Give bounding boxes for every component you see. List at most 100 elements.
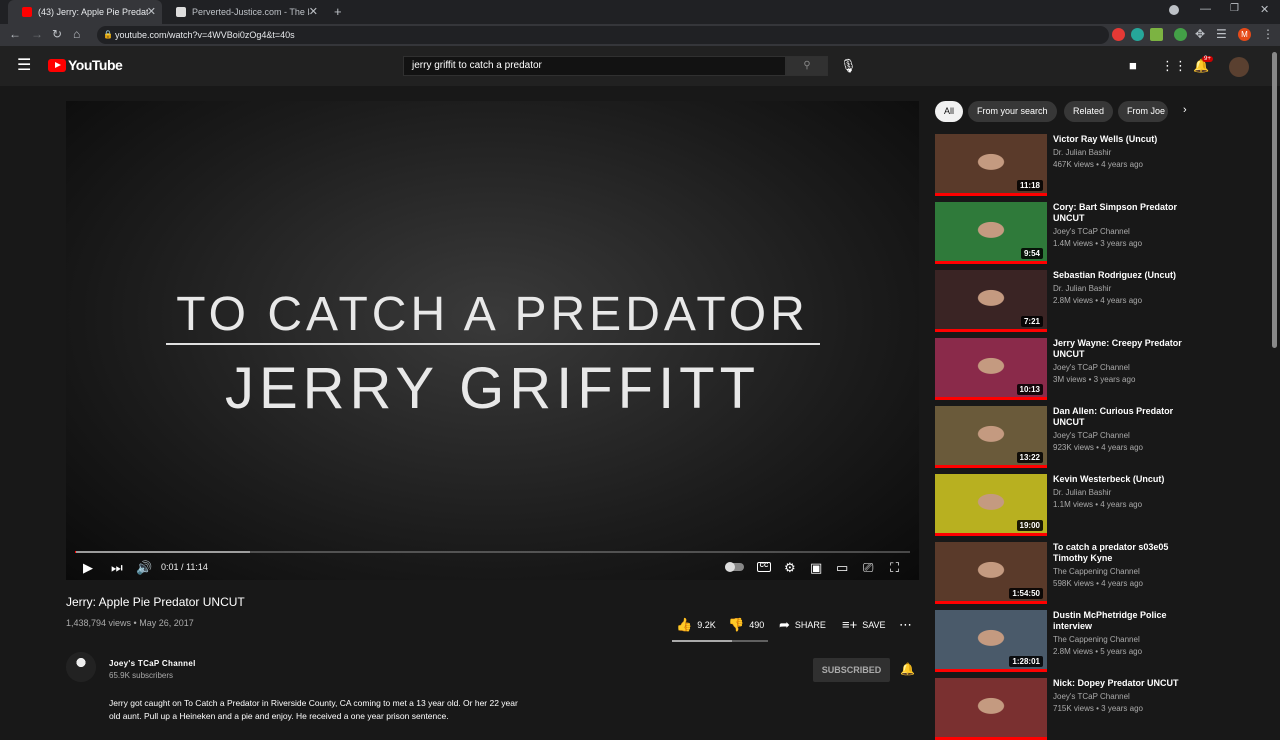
dislike-count: 490 [749,620,765,630]
video-thumbnail[interactable] [935,678,1047,740]
close-tab-icon[interactable]: ✕ [309,5,318,18]
extension-icon[interactable] [1112,28,1125,41]
recommended-video[interactable]: 1:54:50 To catch a predator s03e05 Timoth… [935,542,1185,604]
maximize-icon[interactable]: ❐ [1230,3,1239,14]
recommended-channel-name[interactable]: Joey's TCaP Channel [1053,227,1130,236]
youtube-logo-text[interactable]: YouTube [68,57,123,73]
recommended-video-meta: 2.8M views • 4 years ago [1053,296,1143,305]
cast-icon[interactable]: ⎚ [863,560,873,576]
browser-tab-perverted-justice[interactable]: Perverted-Justice.com - The larg ✕ [162,0,324,24]
extensions-puzzle-icon[interactable]: ✥ [1195,27,1205,41]
subscribe-button[interactable]: SUBSCRIBED [813,658,890,682]
recommended-video-title[interactable]: Sebastian Rodriguez (Uncut) [1053,270,1183,281]
profile-menu-icon[interactable] [1169,5,1179,15]
recommended-channel-name[interactable]: Joey's TCaP Channel [1053,692,1130,701]
channel-name[interactable]: Joey's TCaP Channel [109,659,196,668]
close-window-icon[interactable]: ✕ [1260,3,1269,16]
recommended-video[interactable]: Nick: Dopey Predator UNCUT Joey's TCaP Ch… [935,678,1185,740]
recommended-video[interactable]: 7:21 Sebastian Rodriguez (Uncut) Dr. Julia… [935,270,1185,332]
page-scrollbar[interactable] [1272,52,1277,348]
like-button[interactable]: 👍 9.2K [676,617,716,633]
hamburger-menu-icon[interactable]: ☰ [17,55,31,75]
video-thumbnail[interactable]: 19:00 [935,474,1047,536]
minimize-icon[interactable]: — [1200,3,1211,15]
forward-icon[interactable]: → [31,27,43,41]
recommended-video-title[interactable]: Dustin McPhetridge Police interview [1053,610,1183,632]
recommended-video-title[interactable]: Nick: Dopey Predator UNCUT [1053,678,1183,689]
recommended-video[interactable]: 9:54 Cory: Bart Simpson Predator UNCUT Joe… [935,202,1185,264]
search-button[interactable]: ⚲ [786,56,828,76]
recommended-channel-name[interactable]: Dr. Julian Bashir [1053,284,1111,293]
save-button[interactable]: ≡+ SAVE [842,617,886,632]
video-thumbnail[interactable]: 11:18 [935,134,1047,196]
chip-related[interactable]: Related [1064,101,1114,122]
grammarly-icon[interactable] [1174,28,1187,41]
more-actions-button[interactable]: ⋯ [899,617,912,633]
video-thumbnail[interactable]: 1:54:50 [935,542,1047,604]
chevron-right-icon[interactable]: › [1183,104,1187,116]
share-button[interactable]: ➦ SHARE [779,617,826,633]
chip-from-your-search[interactable]: From your search [968,101,1057,122]
new-tab-icon[interactable]: + [334,4,342,19]
settings-gear-icon[interactable]: ⚙ [784,560,796,576]
video-player[interactable]: TO CATCH A PREDATOR JERRY GRIFFITT ▶ ⏭ 🔊… [66,101,919,580]
recommended-video-title[interactable]: Victor Ray Wells (Uncut) [1053,134,1183,145]
recommended-video-title[interactable]: Jerry Wayne: Creepy Predator UNCUT [1053,338,1183,360]
play-icon[interactable]: ▶ [83,560,93,576]
theater-mode-icon[interactable]: ▭ [836,560,848,576]
video-thumbnail[interactable]: 9:54 [935,202,1047,264]
chrome-menu-icon[interactable]: ⋮ [1262,27,1274,41]
apps-grid-icon[interactable]: ⋮⋮ [1161,58,1187,74]
recommended-video-title[interactable]: Kevin Westerbeck (Uncut) [1053,474,1183,485]
fullscreen-icon[interactable]: ⛶ [890,560,899,576]
address-bar[interactable]: 🔒 youtube.com/watch?v=4WVBoi0zOg4&t=40s [97,26,1109,44]
recommended-video[interactable]: 1:28:01 Dustin McPhetridge Police intervi… [935,610,1185,672]
video-thumbnail[interactable]: 1:28:01 [935,610,1047,672]
next-video-icon[interactable]: ⏭ [111,560,123,576]
recommended-video-title[interactable]: Dan Allen: Curious Predator UNCUT [1053,406,1183,428]
chip-all[interactable]: All [935,101,964,122]
search-input[interactable]: jerry griffit to catch a predator [403,56,786,76]
reading-list-icon[interactable]: ☰ [1216,27,1227,41]
recommended-channel-name[interactable]: The Cappening Channel [1053,567,1140,576]
recommended-channel-name[interactable]: Dr. Julian Bashir [1053,148,1111,157]
recommended-video-meta: 1.4M views • 3 years ago [1053,239,1143,248]
recommended-video[interactable]: 11:18 Victor Ray Wells (Uncut) Dr. Julian … [935,134,1185,196]
dislike-button[interactable]: 👎 490 [728,617,764,633]
closed-captions-icon[interactable]: CC [757,562,771,572]
browser-tab-youtube[interactable]: (43) Jerry: Apple Pie Predator UN ✕ [8,0,162,24]
recommended-video[interactable]: 19:00 Kevin Westerbeck (Uncut) Dr. Julian … [935,474,1185,536]
chip-from-channel[interactable]: From Joe [1118,101,1168,122]
video-thumbnail[interactable]: 7:21 [935,270,1047,332]
miniplayer-icon[interactable]: ▣ [810,560,822,576]
back-icon[interactable]: ← [9,27,21,41]
notification-bell-icon[interactable]: 🔔 [900,662,915,676]
recommended-channel-name[interactable]: Dr. Julian Bashir [1053,488,1111,497]
channel-subscriber-count: 65.9K subscribers [109,671,174,680]
reload-icon[interactable]: ↻ [52,27,62,41]
recommended-video-title[interactable]: Cory: Bart Simpson Predator UNCUT [1053,202,1183,224]
autoplay-toggle[interactable] [725,562,744,572]
recommended-channel-name[interactable]: Joey's TCaP Channel [1053,363,1130,372]
youtube-header: ☰ YouTube jerry griffit to catch a preda… [0,46,1280,86]
channel-avatar[interactable] [66,652,96,682]
recommended-channel-name[interactable]: The Cappening Channel [1053,635,1140,644]
video-thumbnail[interactable]: 13:22 [935,406,1047,468]
create-video-icon[interactable]: ■ [1129,58,1137,73]
recommended-video[interactable]: 10:13 Jerry Wayne: Creepy Predator UNCUT J… [935,338,1185,400]
extension-icon[interactable] [1150,28,1163,41]
recommended-video[interactable]: 13:22 Dan Allen: Curious Predator UNCUT Jo… [935,406,1185,468]
account-avatar[interactable] [1229,57,1249,77]
microphone-icon[interactable]: 🎙 [840,58,857,74]
profile-avatar-icon[interactable]: M [1238,28,1251,41]
recommended-channel-name[interactable]: Joey's TCaP Channel [1053,431,1130,440]
home-icon[interactable]: ⌂ [73,27,80,41]
video-thumbnail[interactable]: 10:13 [935,338,1047,400]
video-duration: 10:13 [1016,384,1043,395]
youtube-logo-icon[interactable] [48,59,66,72]
recommended-video-title[interactable]: To catch a predator s03e05 Timothy Kyne [1053,542,1183,564]
close-tab-icon[interactable]: ✕ [147,5,156,18]
share-label: SHARE [794,620,826,630]
volume-icon[interactable]: 🔊 [136,560,152,576]
extension-icon[interactable] [1131,28,1144,41]
